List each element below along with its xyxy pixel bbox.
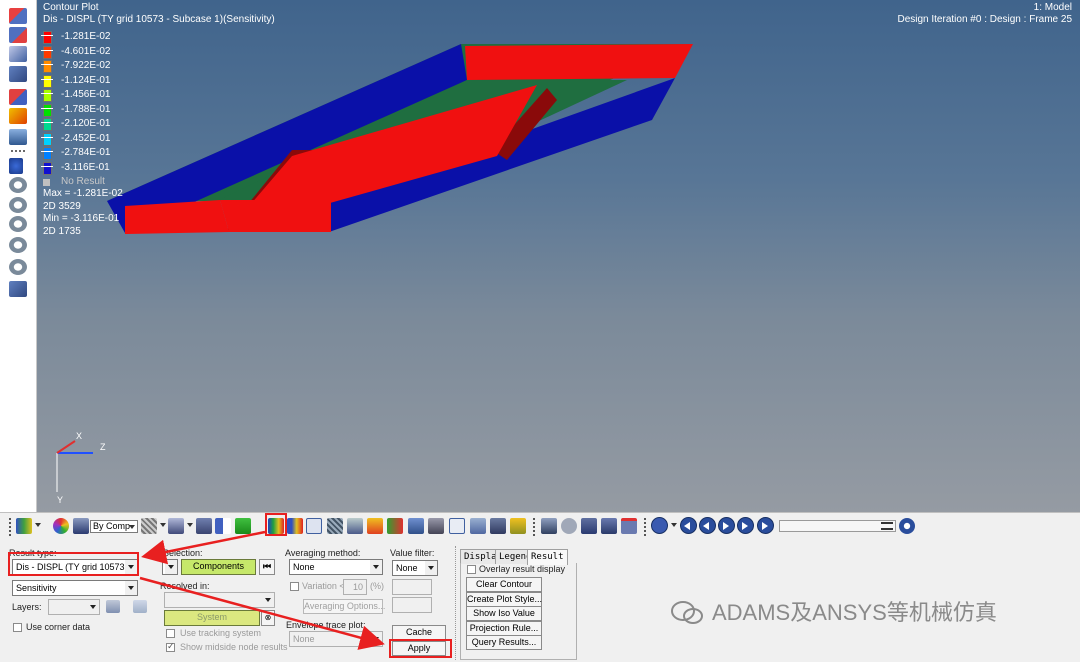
annotation-arrows bbox=[139, 530, 385, 650]
watermark-text: ADAMS及ANSYS等机械仿真 bbox=[712, 600, 997, 625]
wechat-logo bbox=[671, 601, 703, 624]
hyperview-window: Contour Plot Dis - DISPL (TY grid 10573 … bbox=[0, 0, 1080, 662]
arrow-to-apply bbox=[139, 576, 385, 650]
arrow-to-result-type bbox=[141, 530, 266, 565]
